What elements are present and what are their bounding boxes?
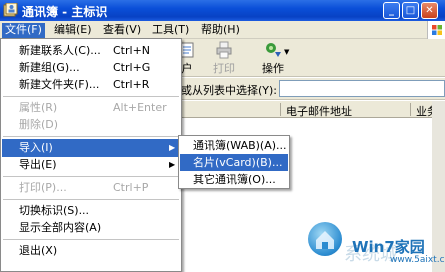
menu-item-exit[interactable]: 退出(X) [2,242,180,260]
submenu-item-other-address-book[interactable]: 其它通讯簿(O)... [180,171,288,188]
menu-item-new-contact[interactable]: 新建联系人(C)... Ctrl+N [2,42,180,60]
menu-separator [3,176,179,177]
menu-item-new-group[interactable]: 新建组(G)... Ctrl+G [2,59,180,77]
menu-item-delete[interactable]: 删除(D) [2,116,180,134]
minimize-button[interactable]: _ [383,2,400,19]
submenu-arrow-icon: ▶ [169,160,176,169]
menu-item-label: 打印(P)... [19,181,67,194]
window-title: 通讯簿 - 主标识 [22,5,108,19]
submenu-item-label: 名片(vCard)(B)... [193,156,283,169]
windows-flag-icon [432,25,442,35]
menu-separator [3,96,179,97]
menu-item-label: 新建联系人(C)... [19,44,101,57]
menu-file[interactable]: 文件(F) [2,23,45,38]
menu-item-label: 新建组(G)... [19,61,80,74]
win7-home-logo-icon [308,222,342,256]
menu-view[interactable]: 查看(V) [100,23,144,38]
file-menu: 新建联系人(C)... Ctrl+N 新建组(G)... Ctrl+G 新建文件… [0,38,182,272]
menu-item-shortcut: Ctrl+G [113,61,151,74]
watermark-url: www.5aixt.com [390,255,445,265]
menu-item-label: 导出(E) [19,158,57,171]
menu-item-shortcut: Ctrl+P [113,181,149,194]
menu-edit[interactable]: 编辑(E) [51,23,95,38]
action-label: 操作 [262,62,284,75]
printer-icon [216,41,232,59]
menu-item-print[interactable]: 打印(P)... Ctrl+P [2,179,180,197]
house-icon [316,231,334,249]
search-label: 或从列表中选择(Y): [181,84,278,97]
import-submenu: 通讯簿(WAB)(A)... 名片(vCard)(B)... 其它通讯簿(O).… [178,135,290,189]
menu-separator [3,239,179,240]
menu-separator [3,199,179,200]
title-bar: 通讯簿 - 主标识 _ □ ✕ [0,0,445,21]
action-icon [266,43,281,57]
chevron-down-icon: ▼ [284,48,290,56]
menu-item-label: 属性(R) [19,101,58,114]
menu-tools[interactable]: 工具(T) [149,23,192,38]
print-button[interactable]: 打印 [207,40,241,76]
menu-item-label: 导入(I) [19,141,53,154]
menu-item-label: 退出(X) [19,244,58,257]
menu-item-show-all[interactable]: 显示全部内容(A) [2,219,180,237]
menu-separator [3,136,179,137]
column-phone-header[interactable]: 业务电 [416,103,432,117]
column-divider[interactable] [410,103,411,116]
submenu-item-wab[interactable]: 通讯簿(WAB)(A)... [180,137,288,154]
menu-item-label: 删除(D) [19,118,59,131]
submenu-item-label: 通讯簿(WAB)(A)... [193,139,287,152]
search-input[interactable] [279,80,445,97]
action-button[interactable]: 操作 ▼ [256,40,290,76]
close-button[interactable]: ✕ [421,2,438,19]
menu-item-label: 切换标识(S)... [19,204,90,217]
submenu-arrow-icon: ▶ [169,143,176,152]
column-divider[interactable] [280,103,281,116]
submenu-item-label: 其它通讯簿(O)... [193,173,276,186]
menu-help[interactable]: 帮助(H) [198,23,243,38]
menu-item-export[interactable]: 导出(E) ▶ [2,156,180,174]
address-book-icon [3,3,18,17]
menu-bar: 文件(F) 编辑(E) 查看(V) 工具(T) 帮助(H) [0,21,445,39]
watermark-brand: Win7家园 [352,238,425,256]
print-label: 打印 [213,62,235,75]
menu-item-new-folder[interactable]: 新建文件夹(F)... Ctrl+R [2,76,180,94]
watermark: 系统城 Win7家园 www.5aixt.com [286,222,445,272]
menu-item-shortcut: Alt+Enter [113,101,167,114]
menu-item-shortcut: Ctrl+N [113,44,151,57]
maximize-button[interactable]: □ [402,2,419,19]
submenu-item-vcard[interactable]: 名片(vCard)(B)... [180,154,288,171]
windows-logo [427,21,445,39]
column-email-header[interactable]: 电子邮件地址 [286,103,352,118]
menu-item-properties[interactable]: 属性(R) Alt+Enter [2,99,180,117]
menu-item-switch-identity[interactable]: 切换标识(S)... [2,202,180,220]
menu-item-label: 新建文件夹(F)... [19,78,100,91]
menu-item-shortcut: Ctrl+R [113,78,150,91]
menu-item-import[interactable]: 导入(I) ▶ [2,139,180,157]
menu-item-label: 显示全部内容(A) [19,221,102,234]
